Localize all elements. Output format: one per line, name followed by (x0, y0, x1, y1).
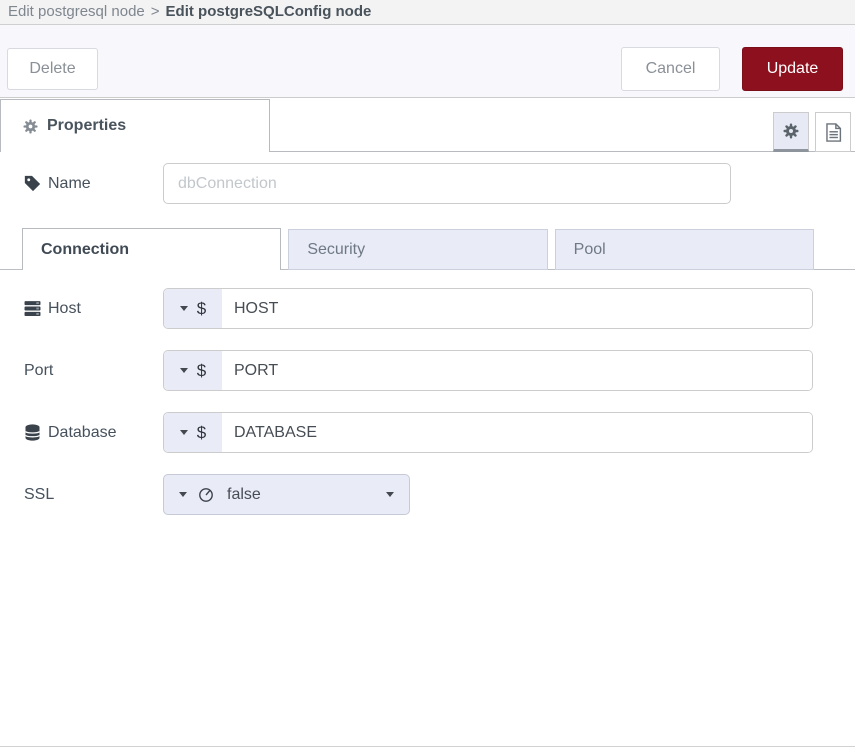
name-row: Name (24, 163, 855, 204)
tag-icon (24, 175, 41, 192)
tab-bar-divider (270, 151, 855, 152)
database-label: Database (24, 424, 163, 442)
chevron-down-icon (180, 306, 188, 311)
gear-icon (783, 123, 799, 139)
tab-pool-label: Pool (574, 241, 606, 259)
boolean-type-icon (198, 487, 214, 503)
host-type-selector[interactable]: $ (164, 289, 222, 328)
delete-button[interactable]: Delete (7, 48, 98, 90)
breadcrumb-separator: > (151, 3, 160, 20)
edit-form: Name Connection Security Pool (0, 152, 855, 515)
tab-connection-label: Connection (41, 241, 129, 259)
tab-pool[interactable]: Pool (555, 229, 814, 270)
gear-icon (23, 119, 38, 134)
config-tabs: Connection Security Pool (0, 228, 855, 270)
dialog-toolbar: Delete Cancel Update (0, 25, 855, 98)
database-icon (24, 424, 41, 441)
database-typed-input: $ (163, 412, 813, 453)
update-button[interactable]: Update (742, 47, 843, 91)
host-typed-input: $ (163, 288, 813, 329)
port-label: Port (24, 362, 163, 380)
ssl-label: SSL (24, 486, 163, 504)
port-label-text: Port (24, 362, 53, 380)
breadcrumb-parent-link[interactable]: Edit postgresql node (8, 3, 145, 20)
name-input[interactable] (163, 163, 731, 204)
chevron-down-icon (386, 492, 394, 497)
env-var-type-icon: $ (197, 299, 206, 319)
host-label-text: Host (48, 300, 81, 318)
chevron-down-icon (180, 430, 188, 435)
cancel-button[interactable]: Cancel (621, 47, 720, 91)
port-type-selector[interactable]: $ (164, 351, 222, 390)
host-label: Host (24, 300, 163, 318)
tab-security[interactable]: Security (288, 229, 547, 270)
port-typed-input: $ (163, 350, 813, 391)
dialog-bottom-divider (0, 746, 855, 747)
env-var-type-icon: $ (197, 423, 206, 443)
ssl-select[interactable]: false (163, 474, 410, 515)
tab-properties-label: Properties (47, 117, 126, 135)
tab-connection[interactable]: Connection (22, 228, 281, 270)
env-var-type-icon: $ (197, 361, 206, 381)
database-type-selector[interactable]: $ (164, 413, 222, 452)
host-input[interactable] (222, 289, 812, 328)
editor-tab-bar: Properties (0, 98, 855, 152)
host-row: Host $ (24, 288, 855, 329)
ssl-row: SSL false (24, 474, 855, 515)
name-label: Name (24, 175, 163, 193)
database-row: Database $ (24, 412, 855, 453)
ssl-label-text: SSL (24, 486, 54, 504)
document-icon (825, 123, 842, 142)
node-description-button[interactable] (815, 112, 851, 152)
ssl-value: false (227, 486, 261, 504)
name-label-text: Name (48, 175, 91, 193)
breadcrumb: Edit postgresql node > Edit postgreSQLCo… (0, 0, 855, 25)
server-icon (24, 300, 41, 317)
chevron-down-icon (180, 368, 188, 373)
breadcrumb-current: Edit postgreSQLConfig node (166, 3, 372, 20)
tab-properties[interactable]: Properties (0, 99, 270, 152)
port-row: Port $ (24, 350, 855, 391)
database-label-text: Database (48, 424, 117, 442)
chevron-down-icon (179, 492, 187, 497)
database-input[interactable] (222, 413, 812, 452)
port-input[interactable] (222, 351, 812, 390)
tab-security-label: Security (307, 241, 365, 259)
node-settings-button[interactable] (773, 112, 809, 152)
